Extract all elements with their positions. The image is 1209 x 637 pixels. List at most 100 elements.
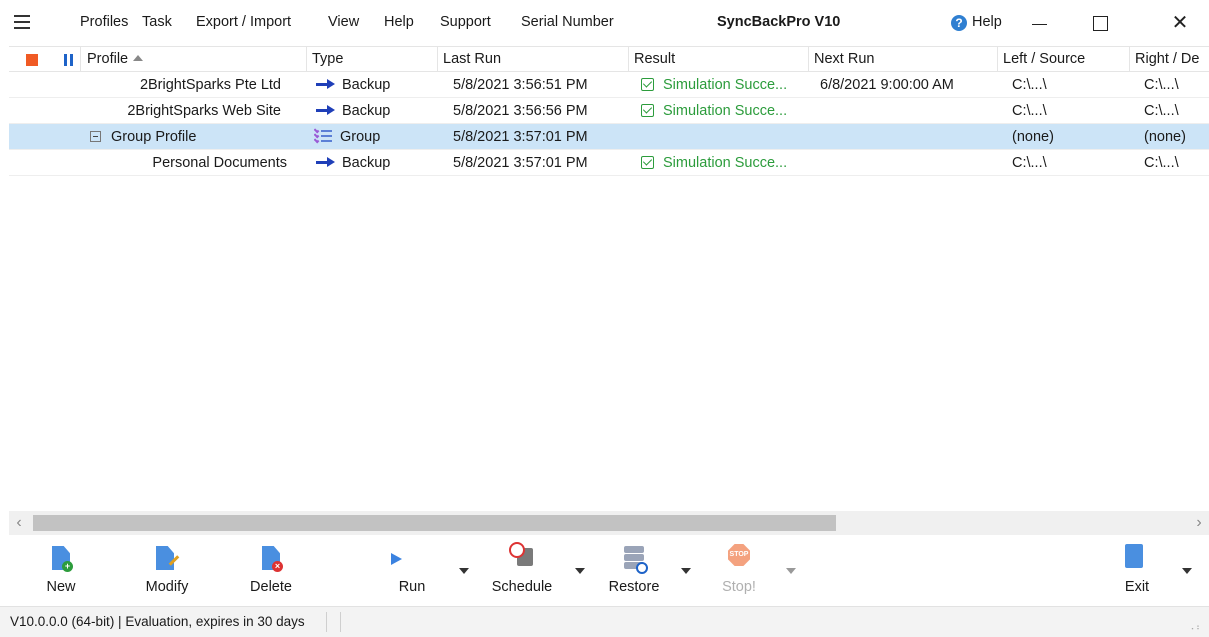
- next-run-cell: 6/8/2021 9:00:00 AM: [820, 77, 954, 93]
- scrollbar-thumb[interactable]: [33, 515, 836, 531]
- status-text: V10.0.0.0 (64-bit) | Evaluation, expires…: [10, 614, 305, 629]
- type-label: Backup: [342, 155, 391, 171]
- run-dropdown-icon[interactable]: [459, 568, 469, 574]
- modify-button[interactable]: Modify: [132, 536, 202, 606]
- profile-name: Group Profile: [90, 124, 290, 150]
- stop-all-icon[interactable]: [26, 54, 38, 66]
- menu-export-import[interactable]: Export / Import: [196, 14, 291, 30]
- restore-arrow-icon: [636, 562, 648, 574]
- pause-all-icon[interactable]: [64, 54, 74, 66]
- table-row[interactable]: Personal Documents Backup 5/8/2021 3:57:…: [9, 150, 1209, 176]
- clock-icon: [509, 542, 525, 558]
- menu-help[interactable]: Help: [384, 14, 414, 30]
- new-button-label: New: [46, 579, 76, 595]
- app-title: SyncBackPro V10: [717, 14, 841, 30]
- column-header-next-run[interactable]: Next Run: [809, 47, 998, 72]
- run-button-label: Run: [398, 579, 426, 595]
- group-icon: [314, 127, 332, 144]
- result-cell: Simulation Succe...: [641, 98, 809, 124]
- result-text: Simulation Succe...: [663, 77, 788, 93]
- profile-name: 2BrightSparks Web Site: [127, 103, 281, 119]
- close-button[interactable]: ✕: [1165, 8, 1195, 38]
- table-row-selected[interactable]: Group Profile Group 5/8/2021 3:57:01 PM …: [9, 124, 1209, 150]
- maximize-button[interactable]: [1084, 8, 1114, 38]
- type-label: Backup: [342, 77, 391, 93]
- delete-button[interactable]: × Delete: [240, 536, 302, 606]
- left-source-cell: C:\...\: [1012, 103, 1047, 119]
- restore-icon: [624, 546, 644, 553]
- column-header-result[interactable]: Result: [629, 47, 809, 72]
- column-header-profile[interactable]: Profile: [81, 47, 307, 72]
- type-label: Backup: [342, 103, 391, 119]
- table-row[interactable]: 2BrightSparks Pte Ltd Backup 5/8/2021 3:…: [9, 72, 1209, 98]
- add-badge-icon: +: [62, 561, 73, 572]
- column-header-left-source[interactable]: Left / Source: [998, 47, 1130, 72]
- left-source-cell: C:\...\: [1012, 155, 1047, 171]
- last-run-cell: 5/8/2021 3:56:56 PM: [453, 103, 588, 119]
- right-destination-cell: C:\...\: [1144, 155, 1179, 171]
- column-header-right-destination[interactable]: Right / De: [1130, 47, 1209, 72]
- arrow-right-icon: [316, 156, 336, 168]
- right-destination-cell: C:\...\: [1144, 77, 1179, 93]
- restore-icon-layer: [624, 554, 644, 561]
- last-run-cell: 5/8/2021 3:57:01 PM: [453, 129, 588, 145]
- left-source-cell: (none): [1012, 129, 1054, 145]
- success-check-icon: [641, 156, 654, 169]
- stop-dropdown-icon[interactable]: [786, 568, 796, 574]
- status-bar: V10.0.0.0 (64-bit) | Evaluation, expires…: [0, 606, 1209, 637]
- restore-button[interactable]: Restore: [600, 536, 668, 606]
- next-run-cell: [820, 98, 998, 124]
- type-cell: Backup: [316, 150, 436, 176]
- last-run-cell: 5/8/2021 3:57:01 PM: [453, 155, 588, 171]
- exit-button-label: Exit: [1124, 579, 1150, 595]
- scroll-right-button[interactable]: ›: [1189, 511, 1209, 535]
- minimize-button[interactable]: [1024, 8, 1054, 38]
- scroll-left-button[interactable]: ‹: [9, 511, 29, 535]
- stop-button[interactable]: STOP Stop!: [708, 536, 770, 606]
- profile-name-label: Group Profile: [111, 129, 197, 145]
- menu-task[interactable]: Task: [142, 14, 172, 30]
- type-cell: Group: [314, 124, 434, 150]
- stop-button-label: Stop!: [722, 579, 756, 595]
- table-row[interactable]: 2BrightSparks Web Site Backup 5/8/2021 3…: [9, 98, 1209, 124]
- schedule-dropdown-icon[interactable]: [575, 568, 585, 574]
- menu-serial-number[interactable]: Serial Number: [521, 14, 614, 30]
- resize-grip-icon[interactable]: ⠠⠰: [1188, 622, 1200, 633]
- help-link[interactable]: Help: [972, 14, 1002, 30]
- menu-profiles[interactable]: Profiles: [80, 14, 128, 30]
- column-header-last-run[interactable]: Last Run: [438, 47, 629, 72]
- restore-button-label: Restore: [608, 579, 660, 595]
- result-cell: Simulation Succe...: [641, 72, 809, 98]
- horizontal-scrollbar[interactable]: ‹ ›: [9, 511, 1209, 535]
- menu-support[interactable]: Support: [440, 14, 491, 30]
- arrow-right-icon: [316, 78, 336, 90]
- right-destination-cell: C:\...\: [1144, 103, 1179, 119]
- last-run-cell: 5/8/2021 3:56:51 PM: [453, 77, 588, 93]
- title-bar: Profiles Task Export / Import View Help …: [0, 0, 1209, 46]
- exit-button[interactable]: Exit: [1115, 536, 1159, 606]
- run-button[interactable]: Run: [386, 536, 438, 606]
- column-header-type[interactable]: Type: [307, 47, 438, 72]
- exit-icon: [1125, 544, 1143, 568]
- hamburger-menu-icon[interactable]: [14, 15, 30, 29]
- profile-name: Personal Documents: [152, 155, 287, 171]
- schedule-button[interactable]: Schedule: [484, 536, 560, 606]
- new-button[interactable]: + New: [34, 536, 88, 606]
- collapse-toggle-icon[interactable]: [90, 131, 101, 142]
- header-status-controls: [9, 47, 81, 72]
- restore-dropdown-icon[interactable]: [681, 568, 691, 574]
- result-text: Simulation Succe...: [663, 103, 788, 119]
- delete-badge-icon: ×: [272, 561, 283, 572]
- success-check-icon: [641, 78, 654, 91]
- toolbar: + New Modify × Delete Run Schedule Resto…: [0, 536, 1209, 606]
- run-play-icon: [391, 553, 402, 565]
- exit-dropdown-icon[interactable]: [1182, 568, 1192, 574]
- result-cell: Simulation Succe...: [641, 150, 809, 176]
- type-label: Group: [340, 129, 381, 145]
- schedule-button-label: Schedule: [491, 579, 553, 595]
- help-icon[interactable]: ?: [951, 15, 967, 31]
- status-divider: [340, 612, 341, 632]
- modify-profile-icon: [156, 546, 174, 570]
- column-header: Profile Type Last Run Result Next Run Le…: [9, 46, 1209, 72]
- menu-view[interactable]: View: [328, 14, 359, 30]
